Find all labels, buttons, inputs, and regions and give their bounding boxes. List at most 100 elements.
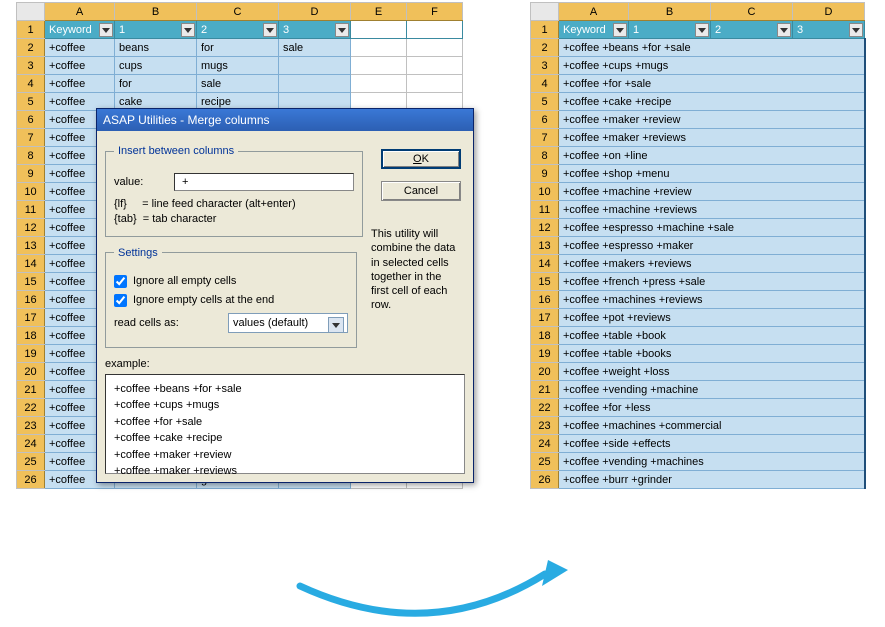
filter-dropdown-icon[interactable] — [695, 23, 709, 37]
col-header-C[interactable]: C — [711, 3, 793, 21]
row-header[interactable]: 12 — [17, 219, 45, 237]
filter-header-1[interactable]: 1 — [115, 21, 197, 39]
row-header[interactable]: 4 — [531, 75, 559, 93]
col-header-D[interactable]: D — [793, 3, 865, 21]
row-header[interactable]: 13 — [531, 237, 559, 255]
cell[interactable]: +coffee — [45, 39, 115, 57]
ok-button[interactable]: OK — [381, 149, 461, 169]
row-header[interactable]: 8 — [17, 147, 45, 165]
row-header[interactable]: 17 — [17, 309, 45, 327]
merged-cell[interactable]: +coffee +maker +review — [559, 111, 865, 129]
row-header[interactable]: 22 — [17, 399, 45, 417]
cell[interactable]: +coffee — [45, 57, 115, 75]
ignore-end-checkbox[interactable] — [114, 294, 127, 307]
filter-dropdown-icon[interactable] — [181, 23, 195, 37]
row-header[interactable]: 9 — [531, 165, 559, 183]
cell[interactable]: sale — [197, 75, 279, 93]
merged-cell[interactable]: +coffee +maker +reviews — [559, 129, 865, 147]
row-header[interactable]: 26 — [531, 471, 559, 489]
filter-dropdown-icon[interactable] — [613, 23, 627, 37]
read-cells-select[interactable]: values (default) — [228, 313, 348, 333]
row-header[interactable]: 25 — [17, 453, 45, 471]
filter-dropdown-icon[interactable] — [263, 23, 277, 37]
col-header-A[interactable]: A — [45, 3, 115, 21]
merged-cell[interactable]: +coffee +machine +review — [559, 183, 865, 201]
merged-cell[interactable]: +coffee +weight +loss — [559, 363, 865, 381]
col-header-D[interactable]: D — [279, 3, 351, 21]
row-header[interactable]: 10 — [531, 183, 559, 201]
merged-cell[interactable]: +coffee +for +less — [559, 399, 865, 417]
cell[interactable] — [351, 75, 407, 93]
filter-header-3[interactable]: 3 — [279, 21, 351, 39]
merged-cell[interactable]: +coffee +vending +machines — [559, 453, 865, 471]
merged-cell[interactable]: +coffee +table +book — [559, 327, 865, 345]
row-header[interactable]: 4 — [17, 75, 45, 93]
filter-header-2[interactable]: 2 — [197, 21, 279, 39]
row-header[interactable]: 2 — [17, 39, 45, 57]
row-header[interactable]: 16 — [17, 291, 45, 309]
row-header[interactable]: 15 — [531, 273, 559, 291]
row-header[interactable]: 5 — [531, 93, 559, 111]
cell[interactable] — [351, 39, 407, 57]
row-header[interactable]: 12 — [531, 219, 559, 237]
row-header[interactable]: 3 — [17, 57, 45, 75]
row-header[interactable]: 13 — [17, 237, 45, 255]
row-header[interactable]: 19 — [17, 345, 45, 363]
row-header[interactable]: 20 — [531, 363, 559, 381]
merged-cell[interactable]: +coffee +pot +reviews — [559, 309, 865, 327]
row-header[interactable]: 23 — [17, 417, 45, 435]
cell[interactable]: for — [197, 39, 279, 57]
row-header[interactable]: 10 — [17, 183, 45, 201]
filter-dropdown-icon[interactable] — [335, 23, 349, 37]
col-header-B[interactable]: B — [629, 3, 711, 21]
merged-cell[interactable]: +coffee +side +effects — [559, 435, 865, 453]
filter-dropdown-icon[interactable] — [849, 23, 863, 37]
cell[interactable] — [407, 57, 463, 75]
merged-cell[interactable]: +coffee +beans +for +sale — [559, 39, 865, 57]
col-header-F[interactable]: F — [407, 3, 463, 21]
row-header[interactable]: 18 — [531, 327, 559, 345]
filter-dropdown-icon[interactable] — [99, 23, 113, 37]
merged-cell[interactable]: +coffee +on +line — [559, 147, 865, 165]
merged-cell[interactable]: +coffee +makers +reviews — [559, 255, 865, 273]
row-header[interactable]: 7 — [531, 129, 559, 147]
filter-header-2[interactable]: 2 — [711, 21, 793, 39]
row-header[interactable]: 24 — [17, 435, 45, 453]
merged-cell[interactable]: +coffee +cake +recipe — [559, 93, 865, 111]
ignore-empty-checkbox[interactable] — [114, 275, 127, 288]
cell[interactable] — [407, 21, 463, 39]
filter-header-3[interactable]: 3 — [793, 21, 865, 39]
merged-cell[interactable]: +coffee +machine +reviews — [559, 201, 865, 219]
row-header[interactable]: 16 — [531, 291, 559, 309]
col-header-A[interactable]: A — [559, 3, 629, 21]
row-header[interactable]: 14 — [531, 255, 559, 273]
row-header[interactable]: 11 — [531, 201, 559, 219]
cell[interactable] — [279, 75, 351, 93]
cell[interactable]: cups — [115, 57, 197, 75]
filter-dropdown-icon[interactable] — [777, 23, 791, 37]
cell[interactable] — [407, 39, 463, 57]
merged-cell[interactable]: +coffee +table +books — [559, 345, 865, 363]
row-header[interactable]: 21 — [17, 381, 45, 399]
filter-header-keyword[interactable]: Keyword — [45, 21, 115, 39]
row-header[interactable]: 23 — [531, 417, 559, 435]
cell[interactable] — [351, 21, 407, 39]
cell[interactable]: mugs — [197, 57, 279, 75]
merged-cell[interactable]: +coffee +for +sale — [559, 75, 865, 93]
col-header-C[interactable]: C — [197, 3, 279, 21]
merged-cell[interactable]: +coffee +burr +grinder — [559, 471, 865, 489]
cell[interactable] — [407, 75, 463, 93]
row-header[interactable]: 1 — [17, 21, 45, 39]
cell[interactable]: beans — [115, 39, 197, 57]
merged-cell[interactable]: +coffee +shop +menu — [559, 165, 865, 183]
cell[interactable]: +coffee — [45, 75, 115, 93]
row-header[interactable]: 6 — [531, 111, 559, 129]
merged-cell[interactable]: +coffee +espresso +machine +sale — [559, 219, 865, 237]
cell[interactable]: sale — [279, 39, 351, 57]
select-all-corner[interactable] — [17, 3, 45, 21]
row-header[interactable]: 17 — [531, 309, 559, 327]
row-header[interactable]: 2 — [531, 39, 559, 57]
row-header[interactable]: 9 — [17, 165, 45, 183]
row-header[interactable]: 14 — [17, 255, 45, 273]
cancel-button[interactable]: Cancel — [381, 181, 461, 201]
